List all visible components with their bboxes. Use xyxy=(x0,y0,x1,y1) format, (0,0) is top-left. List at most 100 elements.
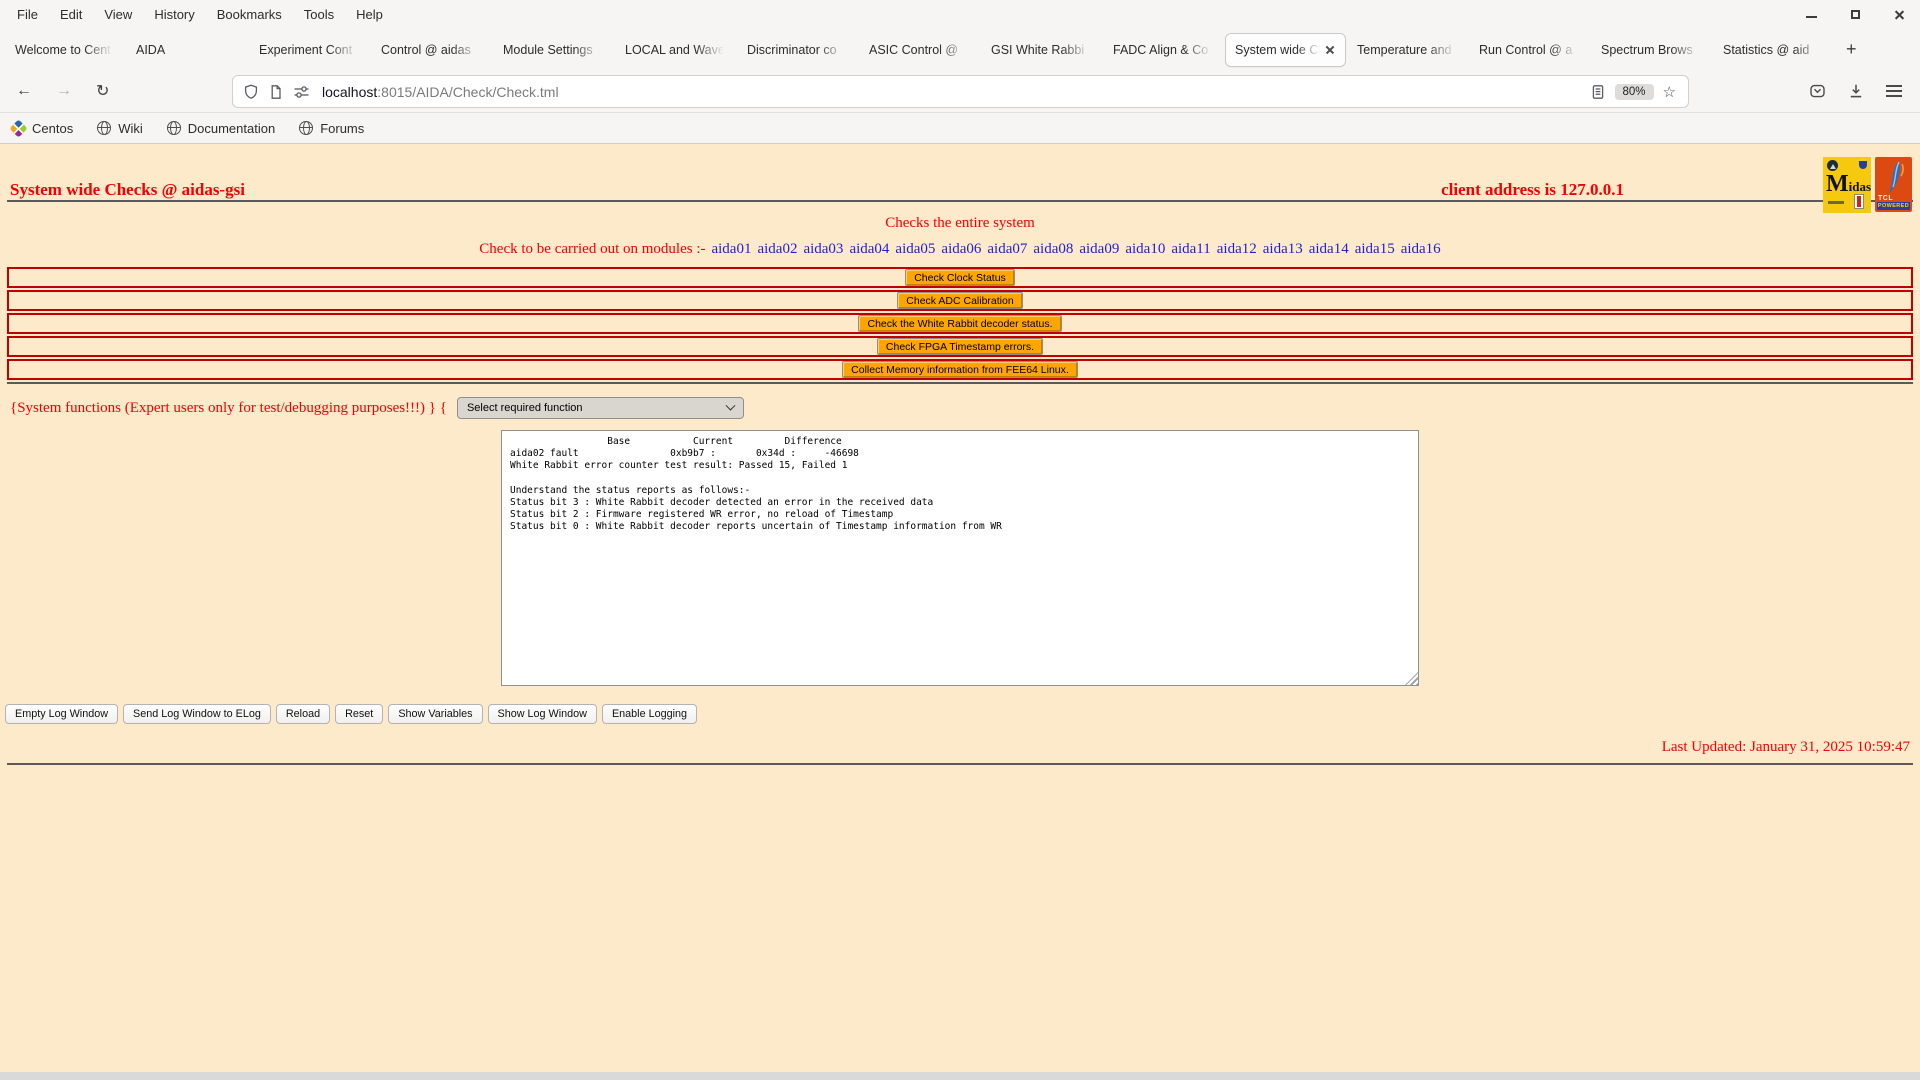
check-button[interactable]: Check the White Rabbit decoder status. xyxy=(858,315,1062,332)
bookmark-item[interactable]: Wiki xyxy=(97,121,143,136)
check-button[interactable]: Check ADC Calibration xyxy=(897,292,1023,309)
bookmark-favicon xyxy=(299,121,314,135)
action-button[interactable]: Empty Log Window xyxy=(5,704,119,724)
function-select[interactable]: Select required function xyxy=(456,397,744,419)
app-menu-hamburger-icon[interactable] xyxy=(1886,85,1902,97)
reader-view-icon[interactable] xyxy=(1590,84,1606,100)
action-button[interactable]: Reset xyxy=(335,704,384,724)
reload-icon[interactable]: ↻ xyxy=(96,81,109,101)
shield-icon[interactable] xyxy=(243,84,259,100)
menu-item[interactable]: Bookmarks xyxy=(206,7,293,22)
window-bottom-edge xyxy=(0,1072,1920,1080)
browser-tab[interactable]: LOCAL and Wave xyxy=(616,34,735,66)
browser-tab[interactable]: Experiment Cont xyxy=(250,34,369,66)
url-bar[interactable]: localhost:8015/AIDA/Check/Check.tml 80% … xyxy=(233,76,1688,107)
tcl-logo-text: TCL xyxy=(1878,195,1894,202)
log-window[interactable] xyxy=(501,430,1419,686)
browser-tab[interactable]: Run Control @ a xyxy=(1470,34,1589,66)
maximize-button[interactable] xyxy=(1848,8,1862,22)
browser-tab[interactable]: FADC Align & Co xyxy=(1104,34,1223,66)
browser-tab[interactable]: Spectrum Brows xyxy=(1592,34,1711,66)
menu-item[interactable]: Help xyxy=(345,7,394,22)
browser-tab[interactable]: System wide Ch xyxy=(1226,33,1345,66)
action-button[interactable]: Send Log Window to ELog xyxy=(123,704,271,724)
module-link[interactable]: aida08 xyxy=(1033,241,1073,257)
module-link[interactable]: aida11 xyxy=(1171,241,1210,257)
maximize-icon xyxy=(1850,10,1860,19)
tcl-powered-text: POWERED xyxy=(1877,202,1910,210)
bookmark-favicon xyxy=(97,121,112,135)
menu-item[interactable]: History xyxy=(143,7,205,22)
module-link[interactable]: aida13 xyxy=(1263,241,1303,257)
module-link[interactable]: aida03 xyxy=(803,241,843,257)
bookmark-item[interactable]: Forums xyxy=(299,121,364,136)
chevron-down-icon xyxy=(725,400,736,411)
menu-item[interactable]: View xyxy=(93,7,143,22)
module-link[interactable]: aida14 xyxy=(1309,241,1349,257)
check-button[interactable]: Collect Memory information from FEE64 Li… xyxy=(842,361,1078,378)
minimize-button[interactable] xyxy=(1804,8,1818,22)
tab-label: Run Control @ a xyxy=(1479,42,1573,57)
module-link[interactable]: aida10 xyxy=(1125,241,1165,257)
modules-line: Check to be carried out on modules :- aid… xyxy=(0,241,1920,258)
back-icon[interactable]: ← xyxy=(16,82,32,100)
toolbar-right-icons xyxy=(1809,70,1920,112)
permissions-icon[interactable] xyxy=(293,84,310,100)
menu-item[interactable]: Edit xyxy=(49,7,93,22)
tab-label: Module Settings xyxy=(503,42,593,57)
module-link[interactable]: aida02 xyxy=(757,241,797,257)
browser-tab[interactable]: Control @ aidas xyxy=(372,34,491,66)
module-link[interactable]: aida05 xyxy=(895,241,935,257)
browser-tab[interactable]: Statistics @ aid xyxy=(1714,34,1833,66)
modules-prefix: Check to be carried out on modules :- xyxy=(479,241,706,257)
browser-tab[interactable]: Module Settings xyxy=(494,34,613,66)
module-link[interactable]: aida04 xyxy=(849,241,889,257)
zoom-level-badge[interactable]: 80% xyxy=(1614,83,1654,100)
url-host: localhost xyxy=(322,83,378,100)
browser-tab[interactable]: ASIC Control @ xyxy=(860,34,979,66)
bookmarks-bar: Centos Wiki Documentation Forums xyxy=(0,113,1920,144)
check-button[interactable]: Check FPGA Timestamp errors. xyxy=(876,338,1044,355)
midas-logo[interactable]: Midas xyxy=(1823,157,1871,213)
bookmark-star-icon[interactable]: ☆ xyxy=(1663,83,1676,101)
module-link[interactable]: aida12 xyxy=(1217,241,1257,257)
bookmark-favicon xyxy=(9,118,28,138)
browser-tab[interactable]: GSI White Rabbi xyxy=(982,34,1101,66)
action-button[interactable]: Show Variables xyxy=(388,704,483,724)
module-link[interactable]: aida16 xyxy=(1401,241,1441,257)
function-select-value: Select required function xyxy=(466,402,583,414)
module-link[interactable]: aida07 xyxy=(987,241,1027,257)
action-button[interactable]: Show Log Window xyxy=(487,704,597,724)
check-button[interactable]: Check Clock Status xyxy=(905,269,1015,286)
close-button[interactable] xyxy=(1892,8,1906,22)
module-link[interactable]: aida15 xyxy=(1355,241,1395,257)
tab-label: Statistics @ aid xyxy=(1723,42,1810,57)
module-link[interactable]: aida01 xyxy=(711,241,751,257)
browser-tab[interactable]: Temperature and xyxy=(1348,34,1467,66)
midas-logo-text: Midas xyxy=(1826,171,1872,197)
tcl-powered-logo[interactable]: TCL POWERED xyxy=(1875,157,1912,212)
divider xyxy=(7,382,1913,384)
browser-tab[interactable]: Welcome to Cent xyxy=(6,34,124,66)
module-link[interactable]: aida09 xyxy=(1079,241,1119,257)
forward-icon[interactable]: → xyxy=(56,82,72,100)
tab-bar: Welcome to Cent AIDA Experiment Cont Con… xyxy=(0,29,1920,70)
url-text[interactable]: localhost:8015/AIDA/Check/Check.tml xyxy=(322,84,559,100)
action-button[interactable]: Reload xyxy=(275,704,331,724)
menu-item[interactable]: File xyxy=(6,7,49,22)
download-icon[interactable] xyxy=(1848,83,1864,99)
pocket-icon[interactable] xyxy=(1809,83,1826,99)
bookmark-item[interactable]: Documentation xyxy=(166,121,275,136)
tab-label: ASIC Control @ xyxy=(869,42,959,57)
new-tab-button[interactable]: + xyxy=(1846,39,1857,60)
tab-close-icon[interactable] xyxy=(1324,44,1336,56)
module-link[interactable]: aida06 xyxy=(941,241,981,257)
page-info-icon[interactable] xyxy=(268,84,284,100)
last-updated-text: Last Updated: January 31, 2025 10:59:47 xyxy=(1661,739,1910,755)
tab-label: Spectrum Brows xyxy=(1601,42,1693,57)
menu-item[interactable]: Tools xyxy=(293,7,345,22)
bookmark-item[interactable]: Centos xyxy=(9,118,73,138)
browser-tab[interactable]: Discriminator co xyxy=(738,34,857,66)
action-button[interactable]: Enable Logging xyxy=(601,704,698,724)
browser-tab[interactable]: AIDA xyxy=(127,34,185,66)
